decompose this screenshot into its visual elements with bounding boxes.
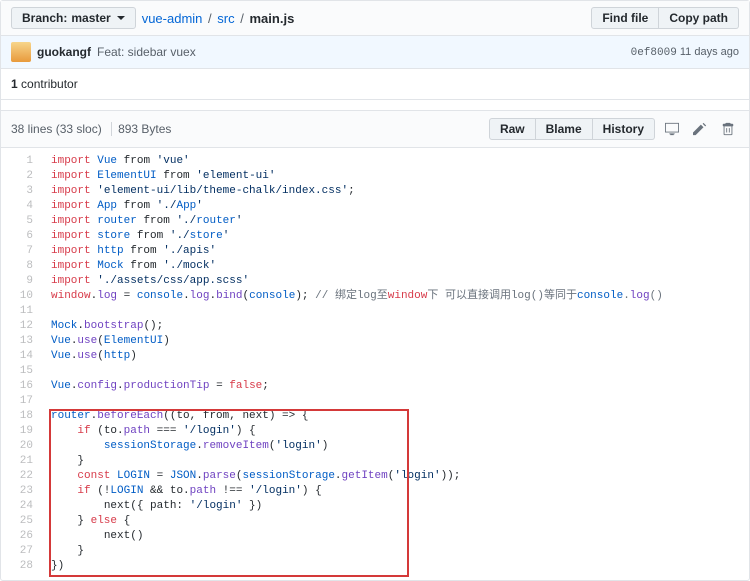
contributor-label: contributor — [21, 77, 78, 91]
line-count: 38 lines (33 sloc) — [11, 122, 102, 136]
last-commit-row: guokangf Feat: sidebar vuex 0ef8009 11 d… — [1, 36, 749, 69]
branch-prefix: Branch: — [22, 11, 67, 25]
breadcrumb-root[interactable]: vue-admin — [142, 11, 203, 26]
line-number-gutter: 1234567891011121314151617181920212223242… — [1, 148, 41, 580]
trash-icon[interactable] — [717, 117, 739, 141]
breadcrumb: vue-admin / src / main.js — [142, 11, 295, 26]
commit-sha[interactable]: 0ef8009 — [631, 47, 677, 59]
contributor-count: 1 — [11, 77, 18, 91]
history-button[interactable]: History — [593, 118, 655, 140]
desktop-icon[interactable] — [661, 117, 683, 141]
breadcrumb-dir[interactable]: src — [217, 11, 234, 26]
avatar[interactable] — [11, 42, 31, 62]
branch-name: master — [71, 11, 110, 25]
copy-path-button[interactable]: Copy path — [659, 7, 739, 29]
branch-select-button[interactable]: Branch: master — [11, 7, 136, 29]
contributors-row[interactable]: 1 contributor — [1, 69, 749, 100]
code-content: import Vue from 'vue'import ElementUI fr… — [41, 148, 749, 580]
commit-author[interactable]: guokangf — [37, 45, 91, 59]
byte-count: 893 Bytes — [118, 122, 171, 136]
commit-age: 11 days ago — [680, 46, 739, 58]
blame-button[interactable]: Blame — [536, 118, 593, 140]
pencil-icon[interactable] — [689, 117, 711, 141]
commit-message[interactable]: Feat: sidebar vuex — [97, 45, 196, 59]
caret-down-icon — [117, 16, 125, 20]
code-viewer: 1234567891011121314151617181920212223242… — [1, 148, 749, 580]
find-file-button[interactable]: Find file — [591, 7, 659, 29]
file-path-bar: Branch: master vue-admin / src / main.js… — [1, 1, 749, 36]
raw-button[interactable]: Raw — [489, 118, 536, 140]
breadcrumb-file: main.js — [250, 11, 295, 26]
file-header: 38 lines (33 sloc) 893 Bytes Raw Blame H… — [1, 110, 749, 148]
